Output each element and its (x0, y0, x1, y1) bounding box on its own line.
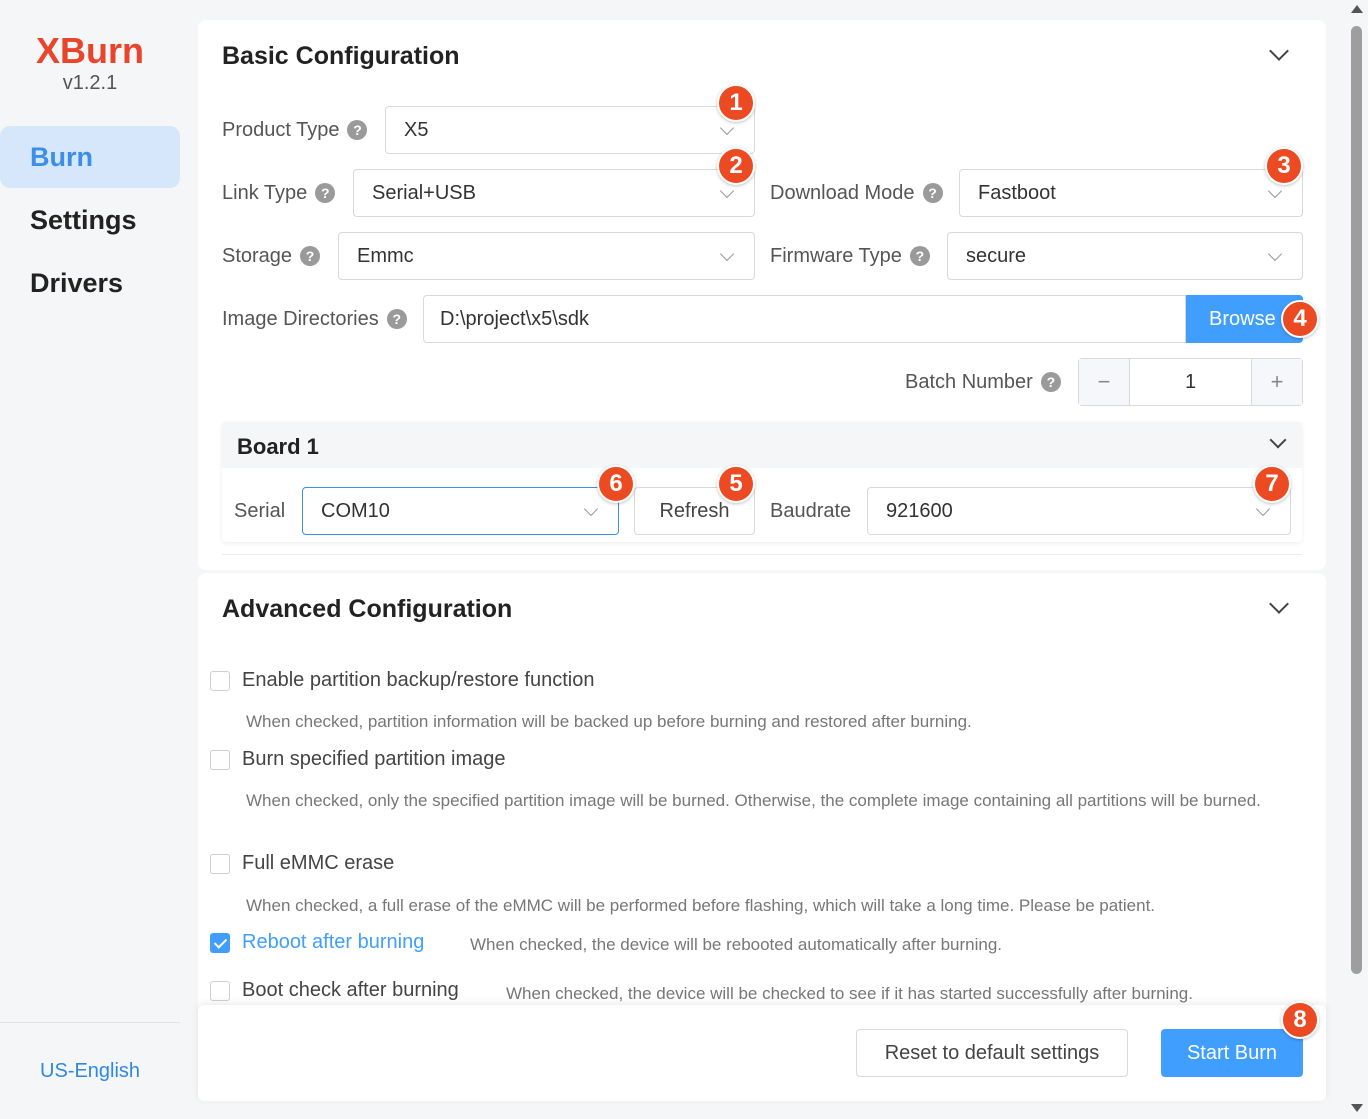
chevron-down-icon (1255, 501, 1271, 517)
download-mode-label: Download Mode ? (770, 169, 943, 217)
checkbox-checked[interactable] (210, 932, 230, 953)
collapse-advanced-icon[interactable] (1269, 594, 1289, 614)
image-dir-input[interactable]: D:\project\x5\sdk (423, 295, 1186, 343)
baudrate-select[interactable]: 921600 (867, 487, 1291, 535)
link-type-label: Link Type ? (222, 169, 336, 217)
scroll-up-icon[interactable] (1351, 5, 1363, 13)
link-type-select[interactable]: Serial+USB (353, 169, 755, 217)
option-full-erase[interactable]: Full eMMC erase (210, 852, 394, 875)
help-icon[interactable]: ? (1040, 372, 1061, 392)
option-boot-check[interactable]: Boot check after burning (210, 979, 459, 1002)
option-reboot[interactable]: Reboot after burning (210, 931, 424, 954)
footer-bar: Reset to default settings Start Burn (198, 1005, 1326, 1101)
badge-5: 5 (717, 465, 755, 503)
help-icon[interactable]: ? (300, 246, 321, 266)
badge-3: 3 (1265, 147, 1303, 185)
help-icon[interactable]: ? (386, 309, 407, 329)
batch-number-value[interactable]: 1 (1129, 359, 1252, 405)
start-burn-button[interactable]: Start Burn (1161, 1029, 1303, 1077)
scroll-down-icon[interactable] (1351, 1104, 1363, 1112)
checkbox[interactable] (210, 980, 230, 1001)
checkbox[interactable] (210, 749, 230, 770)
decrease-button[interactable]: − (1079, 359, 1129, 405)
product-type-select[interactable]: X5 (385, 106, 755, 154)
option-burn-partition[interactable]: Burn specified partition image (210, 748, 505, 771)
chevron-down-icon (719, 183, 735, 199)
option-description: When checked, the device will be reboote… (470, 935, 1003, 954)
app-version: v1.2.1 (62, 72, 118, 94)
download-mode-select[interactable]: Fastboot (959, 169, 1303, 217)
badge-6: 6 (597, 465, 635, 503)
collapse-board-icon[interactable] (1269, 431, 1287, 449)
sidebar: XBurn v1.2.1 Burn Settings Drivers US-En… (0, 0, 190, 1119)
language-selector[interactable]: US-English (40, 1060, 140, 1083)
firmware-type-select[interactable]: secure (947, 232, 1303, 280)
chevron-down-icon (583, 501, 599, 517)
checkbox[interactable] (210, 670, 230, 691)
collapse-basic-icon[interactable] (1269, 41, 1289, 61)
checkbox[interactable] (210, 853, 230, 874)
basic-config-card: Basic Configuration Product Type ? X5 Li… (198, 20, 1326, 570)
app-title: XBurn (36, 30, 144, 71)
option-description: When checked, only the specified partiti… (246, 791, 1261, 810)
option-partition-backup[interactable]: Enable partition backup/restore function (210, 669, 594, 692)
badge-2: 2 (717, 147, 755, 185)
basic-config-title: Basic Configuration (222, 42, 460, 70)
baudrate-label: Baudrate (770, 499, 852, 522)
badge-8: 8 (1281, 1001, 1319, 1039)
badge-1: 1 (717, 84, 755, 122)
storage-label: Storage ? (222, 232, 321, 280)
chevron-down-icon (719, 246, 735, 262)
firmware-type-label: Firmware Type ? (770, 232, 930, 280)
help-icon[interactable]: ? (922, 183, 943, 203)
chevron-down-icon (1267, 246, 1283, 262)
chevron-down-icon (1267, 183, 1283, 199)
help-icon[interactable]: ? (347, 120, 368, 140)
board-title: Board 1 (237, 434, 319, 459)
badge-4: 4 (1281, 300, 1319, 338)
image-dir-label: Image Directories ? (222, 295, 407, 343)
sidebar-divider (0, 1022, 180, 1023)
increase-button[interactable]: + (1252, 359, 1302, 405)
badge-7: 7 (1253, 465, 1291, 503)
option-description: When checked, a full erase of the eMMC w… (246, 896, 1156, 915)
help-icon[interactable]: ? (909, 246, 930, 266)
nav-item-settings[interactable]: Settings (0, 189, 180, 251)
nav-item-burn[interactable]: Burn (0, 126, 180, 188)
chevron-down-icon (719, 120, 735, 136)
advanced-config-title: Advanced Configuration (222, 595, 513, 623)
scrollbar[interactable] (1348, 0, 1368, 1119)
nav-item-drivers[interactable]: Drivers (0, 252, 180, 314)
product-type-label: Product Type ? (222, 106, 368, 154)
option-description: When checked, partition information will… (246, 712, 972, 731)
divider (222, 554, 1302, 555)
board-panel: Board 1 Serial COM10 Refresh Baudrate 92… (222, 422, 1302, 542)
advanced-config-card: Advanced Configuration Enable partition … (198, 573, 1326, 1013)
storage-select[interactable]: Emmc (338, 232, 755, 280)
reset-defaults-button[interactable]: Reset to default settings (856, 1029, 1128, 1077)
batch-number-label: Batch Number ? (905, 358, 1061, 406)
option-description: When checked, the device will be checked… (506, 984, 1193, 1003)
serial-label: Serial (234, 499, 286, 522)
scroll-thumb[interactable] (1351, 26, 1362, 974)
batch-number-stepper: − 1 + (1078, 358, 1303, 406)
serial-select[interactable]: COM10 (302, 487, 619, 535)
help-icon[interactable]: ? (315, 183, 336, 203)
board-header[interactable]: Board 1 (222, 422, 1302, 468)
